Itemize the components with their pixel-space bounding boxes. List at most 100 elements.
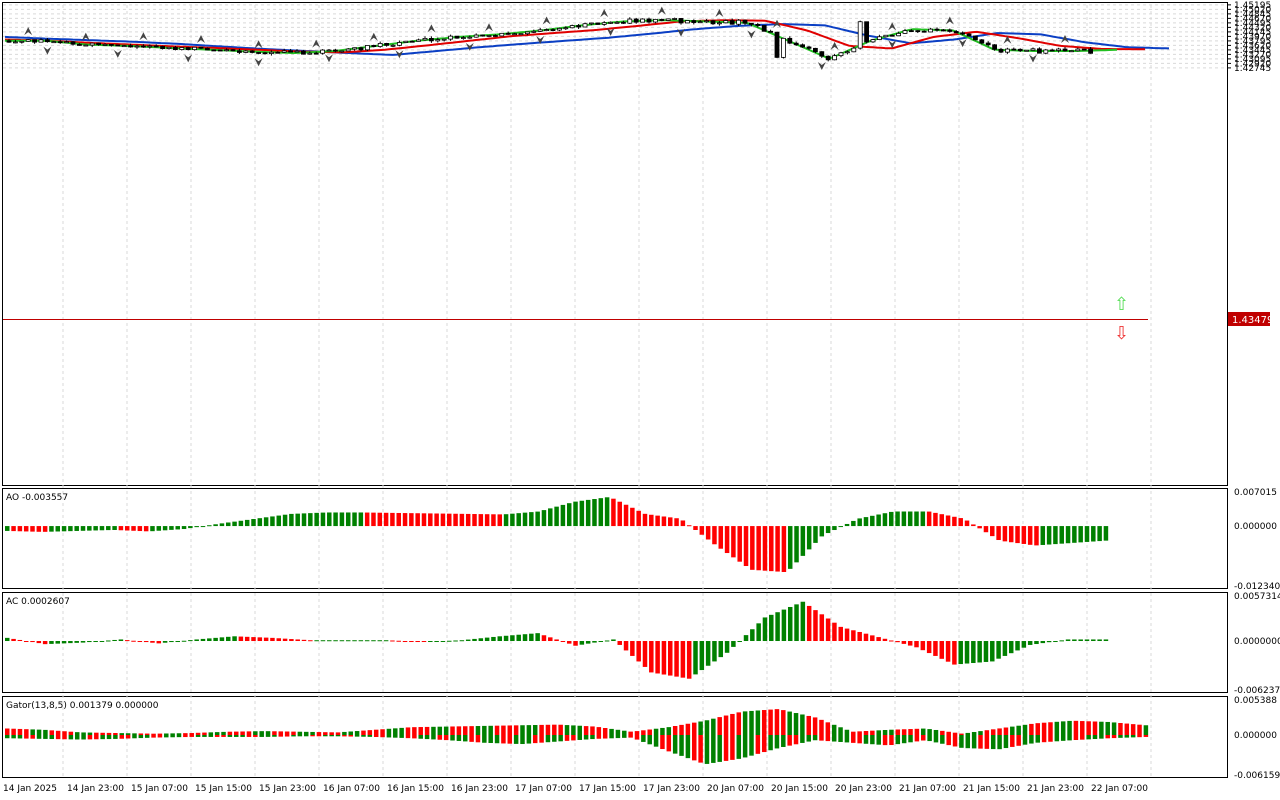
histogram-bar [232, 521, 237, 527]
gator-upper-bar [87, 732, 93, 735]
gator-upper-bar [253, 731, 258, 735]
candle-body [621, 21, 626, 24]
gator-upper-bar [11, 728, 16, 735]
gator-lower-bar [157, 734, 163, 738]
histogram-bar [762, 617, 768, 642]
histogram-bar [55, 526, 61, 532]
histogram-bar [352, 640, 357, 642]
gator-lower-bar [253, 734, 258, 737]
histogram-bar [655, 641, 660, 674]
gator-upper-bar [711, 718, 716, 735]
histogram-bar [17, 526, 23, 532]
gator-lower-bar [583, 734, 589, 740]
histogram-bar [579, 641, 585, 645]
gator-lower-bar [1137, 734, 1142, 738]
histogram-bar [428, 641, 433, 643]
histogram-bar [516, 634, 521, 642]
histogram-bar [895, 641, 900, 643]
gator-lower-bar [571, 734, 576, 741]
candle-body [153, 45, 159, 48]
candle-body [531, 30, 537, 33]
gator-lower-bar [176, 734, 182, 738]
indicator-tick-label: 0.007015 [1234, 488, 1277, 498]
gator-lower-bar [1105, 734, 1110, 739]
gator-upper-bar [482, 725, 487, 735]
gator-upper-bar [348, 731, 353, 735]
gator-upper-bar [68, 731, 74, 735]
gator-upper-bar [456, 726, 462, 735]
candle [179, 47, 185, 51]
gator-upper-bar [901, 729, 907, 735]
histogram-bar [705, 526, 711, 540]
histogram-bar [794, 526, 799, 563]
time-tick-label: 16 Jan 15:00 [387, 784, 444, 794]
histogram-bar [383, 512, 389, 527]
gator-upper-bar [793, 713, 799, 735]
histogram-bar [617, 501, 622, 527]
gator-upper-bar [144, 733, 150, 735]
gator-lower-bar [1022, 734, 1028, 745]
histogram-bar [453, 513, 458, 527]
gator-upper-bar [1060, 721, 1066, 735]
gator-lower-bar [889, 734, 894, 746]
candle-body [659, 18, 665, 21]
gator-lower-bar [1073, 734, 1079, 741]
gator-upper-bar [354, 731, 360, 735]
candle-body [1043, 49, 1049, 54]
candle [870, 38, 876, 43]
gator-upper-bar [367, 730, 373, 735]
price-axis: 1.451951.450201.448451.446701.444951.443… [1227, 1, 1280, 781]
histogram-bar [705, 641, 711, 666]
histogram-bar [1103, 526, 1109, 541]
histogram-bar [541, 635, 547, 642]
time-tick-label: 16 Jan 23:00 [451, 784, 508, 794]
gator-upper-bar [933, 729, 939, 735]
candle-body [448, 35, 454, 40]
candle-body [236, 50, 242, 53]
trading-terminal[interactable]: 1.451951.450201.448451.446701.444951.443… [0, 0, 1280, 800]
histogram-bar [686, 641, 692, 679]
time-tick-label: 15 Jan 15:00 [195, 784, 252, 794]
histogram-bar [825, 526, 831, 534]
main-price-pane[interactable] [2, 2, 1228, 486]
gator-lower-bar [647, 734, 652, 745]
histogram-bar [112, 526, 117, 530]
histogram-bar [560, 641, 566, 643]
histogram-bar [17, 639, 23, 642]
histogram-bar [213, 637, 218, 642]
gator-upper-bar [723, 715, 729, 735]
histogram-bar [74, 641, 79, 643]
gator-upper-bar [221, 731, 226, 735]
gator-upper-bar [1137, 724, 1142, 735]
gator-upper-bar [284, 731, 290, 735]
histogram-bar [649, 514, 654, 527]
candle [185, 47, 191, 51]
histogram-bar [592, 499, 597, 527]
gator-upper-bar [870, 730, 875, 735]
histogram-bar [377, 640, 383, 642]
histogram-bar [933, 641, 938, 656]
gator-lower-bar [284, 734, 290, 737]
candle-body [268, 51, 274, 54]
gator-lower-bar [399, 734, 404, 738]
histogram-bar [42, 641, 48, 645]
gator-upper-bar [234, 731, 239, 735]
candle-body [966, 33, 972, 37]
gator-lower-bar [443, 734, 449, 741]
histogram-bar [295, 513, 300, 527]
gator-upper-bar [342, 731, 347, 735]
histogram-bar [769, 614, 774, 642]
gator-upper-bar [170, 733, 175, 735]
histogram-bar [712, 641, 717, 662]
histogram-bar [604, 640, 610, 642]
gator-upper-bar [1041, 722, 1047, 735]
candle-body [800, 44, 805, 48]
histogram-bar [686, 525, 692, 527]
gator-upper-bar [787, 711, 792, 735]
gator-upper-bar [1048, 722, 1053, 735]
candle [249, 50, 255, 54]
histogram-bar [516, 513, 521, 527]
gator-lower-bar [424, 734, 430, 740]
histogram-bar [1021, 641, 1027, 648]
candle-body [825, 55, 831, 61]
